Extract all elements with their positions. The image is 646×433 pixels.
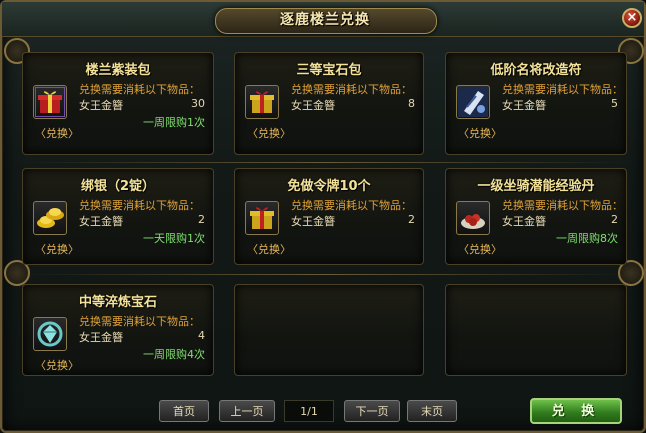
exchange-link[interactable]: 〈兑换〉 xyxy=(35,357,79,373)
material-name: 女王金簪 xyxy=(79,331,123,344)
first-page-button[interactable]: 首页 xyxy=(159,400,209,422)
material-quantity: 8 xyxy=(408,97,415,110)
requirement-text: 兑换需要消耗以下物品： xyxy=(502,83,623,96)
exchange-window: 逐鹿楼兰兑换 × 楼兰紫装包 兑换需要消耗以下物品： 女王金簪 30 一周限购1… xyxy=(0,0,646,433)
item-title: 楼兰紫装包 xyxy=(85,63,151,78)
gift-box-icon[interactable] xyxy=(245,85,279,119)
prev-page-button[interactable]: 上一页 xyxy=(219,400,275,422)
requirement-text: 兑换需要消耗以下物品： xyxy=(291,199,412,212)
requirement-text: 兑换需要消耗以下物品： xyxy=(79,83,200,96)
close-button[interactable]: × xyxy=(622,8,642,28)
exchange-card[interactable]: 一级坐骑潜能经验丹 兑换需要消耗以下物品： 女王金簪 2 一周限购8次 〈兑换〉 xyxy=(445,168,627,265)
material-name: 女王金簪 xyxy=(502,215,546,228)
requirement-text: 兑换需要消耗以下物品： xyxy=(79,315,200,328)
divider xyxy=(22,274,628,275)
next-page-button[interactable]: 下一页 xyxy=(344,400,400,422)
exchange-link[interactable]: 〈兑换〉 xyxy=(247,125,291,141)
purchase-limit: 一周限购1次 xyxy=(143,116,205,129)
empty-slot xyxy=(445,284,627,376)
empty-slot xyxy=(234,284,424,376)
exchange-card[interactable]: 中等淬炼宝石 兑换需要消耗以下物品： 女王金簪 4 一周限购4次 〈兑换〉 xyxy=(22,284,214,376)
pill-plate-icon[interactable] xyxy=(456,201,490,235)
divider xyxy=(22,162,628,163)
exchange-link[interactable]: 〈兑换〉 xyxy=(35,241,79,257)
material-quantity: 2 xyxy=(408,213,415,226)
item-title: 低阶名将改造符 xyxy=(490,63,582,78)
gift-box-icon[interactable] xyxy=(245,201,279,235)
gift-box-icon[interactable] xyxy=(33,85,67,119)
material-quantity: 4 xyxy=(198,329,205,342)
exchange-card[interactable]: 免做令牌10个 兑换需要消耗以下物品： 女王金簪 2 〈兑换〉 xyxy=(234,168,424,265)
item-title: 三等宝石包 xyxy=(296,63,362,78)
silver-ingot-icon[interactable] xyxy=(33,201,67,235)
exchange-card[interactable]: 绑银（2锭） 兑换需要消耗以下物品： 女王金簪 2 一天限购1次 〈兑换〉 xyxy=(22,168,214,265)
exchange-link[interactable]: 〈兑换〉 xyxy=(458,125,502,141)
item-title: 一级坐骑潜能经验丹 xyxy=(477,179,595,194)
exchange-card[interactable]: 楼兰紫装包 兑换需要消耗以下物品： 女王金簪 30 一周限购1次 〈兑换〉 xyxy=(22,52,214,155)
material-quantity: 5 xyxy=(611,97,618,110)
item-title: 中等淬炼宝石 xyxy=(78,295,157,310)
material-name: 女王金簪 xyxy=(291,99,335,112)
requirement-text: 兑换需要消耗以下物品： xyxy=(79,199,200,212)
item-title: 免做令牌10个 xyxy=(287,179,371,194)
exchange-card[interactable]: 三等宝石包 兑换需要消耗以下物品： 女王金簪 8 〈兑换〉 xyxy=(234,52,424,155)
material-name: 女王金簪 xyxy=(502,99,546,112)
page-indicator: 1/1 xyxy=(284,400,334,422)
talisman-scroll-icon[interactable] xyxy=(456,85,490,119)
exchange-button[interactable]: 兑 换 xyxy=(530,398,622,424)
exchange-link[interactable]: 〈兑换〉 xyxy=(247,241,291,257)
purchase-limit: 一天限购1次 xyxy=(143,232,205,245)
window-title: 逐鹿楼兰兑换 xyxy=(280,12,370,28)
exchange-link[interactable]: 〈兑换〉 xyxy=(458,241,502,257)
requirement-text: 兑换需要消耗以下物品： xyxy=(291,83,412,96)
material-name: 女王金簪 xyxy=(79,215,123,228)
exchange-link[interactable]: 〈兑换〉 xyxy=(35,125,79,141)
last-page-button[interactable]: 末页 xyxy=(407,400,457,422)
purchase-limit: 一周限购4次 xyxy=(143,348,205,361)
gem-icon[interactable] xyxy=(33,317,67,351)
item-title: 绑银（2锭） xyxy=(80,179,156,194)
material-quantity: 30 xyxy=(191,97,205,110)
material-name: 女王金簪 xyxy=(79,99,123,112)
purchase-limit: 一周限购8次 xyxy=(556,232,618,245)
exchange-card[interactable]: 低阶名将改造符 兑换需要消耗以下物品： 女王金簪 5 〈兑换〉 xyxy=(445,52,627,155)
material-quantity: 2 xyxy=(198,213,205,226)
material-quantity: 2 xyxy=(611,213,618,226)
material-name: 女王金簪 xyxy=(291,215,335,228)
requirement-text: 兑换需要消耗以下物品： xyxy=(502,199,623,212)
